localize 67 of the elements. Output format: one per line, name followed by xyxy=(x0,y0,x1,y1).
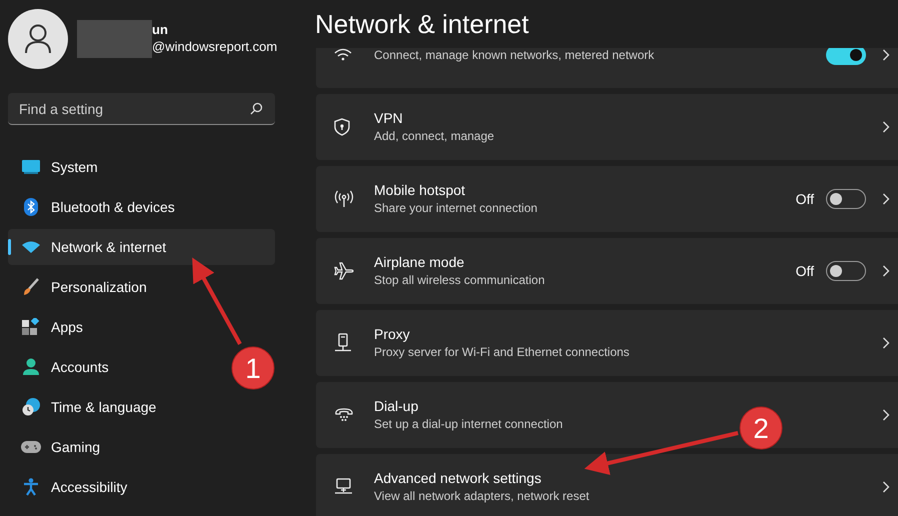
chevron-right-icon xyxy=(882,337,890,349)
chevron-right-icon xyxy=(882,121,890,133)
setting-title: Advanced network settings xyxy=(374,469,542,488)
nav-item[interactable]: System xyxy=(8,149,106,185)
toggle-switch[interactable] xyxy=(826,189,866,209)
toggle-state-label: Off xyxy=(796,262,814,280)
user-name: un xyxy=(152,22,169,38)
chevron-right-icon xyxy=(882,193,890,205)
proxy-server-icon xyxy=(334,333,352,353)
nav-item[interactable]: Apps xyxy=(8,309,91,345)
airplane-icon xyxy=(334,262,354,280)
nav-item[interactable]: Gaming xyxy=(8,429,108,465)
user-email: @windowsreport.com xyxy=(152,38,278,56)
setting-subtitle: Stop all wireless communication xyxy=(374,272,545,289)
person-icon xyxy=(22,358,38,376)
globe-clock-icon xyxy=(22,398,40,416)
setting-card[interactable]: Advanced network settings View all network adapters, network reset xyxy=(316,454,898,516)
page-title: Network & internet xyxy=(315,8,529,40)
paintbrush-icon xyxy=(22,278,38,296)
setting-title: Airplane mode xyxy=(374,253,464,272)
setting-subtitle: Proxy server for Wi-Fi and Ethernet connections xyxy=(374,344,630,361)
chevron-right-icon xyxy=(882,481,890,493)
setting-card[interactable]: Mobile hotspot Share your internet connection Off xyxy=(316,166,898,232)
annotation-marker xyxy=(232,346,274,390)
setting-title: Proxy xyxy=(374,325,410,344)
setting-subtitle: Set up a dial-up internet connection xyxy=(374,416,563,433)
shield-icon xyxy=(334,118,350,136)
search-icon[interactable] xyxy=(250,102,263,115)
setting-card[interactable]: Connect, manage known networks, metered network xyxy=(316,48,898,88)
search-field[interactable]: Find a setting xyxy=(8,93,275,125)
setting-subtitle: Connect, manage known networks, metered network xyxy=(374,48,654,64)
wifi-icon xyxy=(22,241,40,253)
hotspot-icon xyxy=(334,190,354,208)
setting-title: Dial-up xyxy=(374,397,418,416)
setting-card[interactable]: Proxy Proxy server for Wi-Fi and Ethernet connections xyxy=(316,310,898,376)
toggle-switch[interactable] xyxy=(826,261,866,281)
selection-indicator xyxy=(8,239,11,255)
setting-card[interactable]: Airplane mode Stop all wireless communication Off xyxy=(316,238,898,304)
nav-item[interactable]: Personalization xyxy=(8,269,155,305)
setting-card[interactable]: VPN Add, connect, manage xyxy=(316,94,898,160)
nav-item[interactable]: Network & internet xyxy=(8,229,275,265)
setting-subtitle: Add, connect, manage xyxy=(374,128,494,145)
wifi-icon xyxy=(334,48,352,62)
toggle-state-label: Off xyxy=(796,190,814,208)
setting-subtitle: View all network adapters, network reset xyxy=(374,488,590,505)
chevron-right-icon xyxy=(882,409,890,421)
toggle-switch[interactable] xyxy=(826,48,866,65)
gamepad-icon xyxy=(20,440,40,454)
nav-item[interactable]: Accounts xyxy=(8,349,117,385)
monitor-icon xyxy=(22,160,40,174)
network-computer-icon xyxy=(334,478,354,496)
accessibility-icon xyxy=(22,478,38,496)
chevron-right-icon xyxy=(882,265,890,277)
chevron-right-icon xyxy=(882,49,890,61)
nav-item[interactable]: Bluetooth & devices xyxy=(8,189,183,225)
annotation-number: 1 xyxy=(245,353,261,384)
setting-title: VPN xyxy=(374,109,403,128)
setting-title: Mobile hotspot xyxy=(374,181,466,200)
annotation-number: 2 xyxy=(753,413,769,444)
nav-item[interactable]: Accessibility xyxy=(8,469,136,505)
nav-item[interactable]: Time & language xyxy=(8,389,164,425)
bluetooth-icon xyxy=(24,198,38,216)
setting-subtitle: Share your internet connection xyxy=(374,200,538,217)
annotation-marker xyxy=(740,406,782,450)
person-icon xyxy=(24,24,52,54)
apps-icon xyxy=(22,318,40,336)
dial-up-phone-icon xyxy=(334,406,354,424)
